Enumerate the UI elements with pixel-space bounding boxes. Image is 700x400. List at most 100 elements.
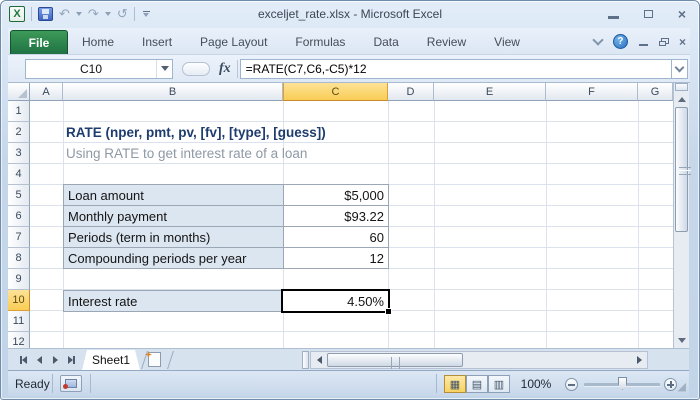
row-header-7[interactable]: 7 [8, 227, 30, 248]
tab-separator [167, 351, 174, 369]
row-header-6[interactable]: 6 [8, 206, 30, 227]
resize-grip[interactable]: ◢ [674, 381, 686, 393]
expand-formula-bar-button[interactable] [671, 58, 688, 79]
row-headers: 1 2 3 4 5 6 7 8 9 10 11 12 [8, 101, 30, 348]
name-box-dropdown[interactable] [156, 59, 172, 78]
cell-b2-heading[interactable]: RATE (nper, pmt, pv, [fv], [type], [gues… [66, 122, 326, 143]
vertical-scroll-thumb[interactable] [675, 107, 691, 232]
restore-icon[interactable] [643, 9, 654, 19]
row-header-5[interactable]: 5 [8, 185, 30, 206]
insert-worksheet-button[interactable] [148, 352, 161, 367]
formula-bar: C10 fx =RATE(C7,C6,-C5)*12 [8, 55, 690, 83]
workbook-minimize-icon[interactable] [638, 38, 648, 46]
vertical-scrollbar[interactable] [673, 83, 691, 348]
selected-cell-c10[interactable]: 4.50% [281, 289, 392, 315]
last-sheet-button[interactable] [64, 353, 78, 367]
row-header-9[interactable]: 9 [8, 269, 30, 290]
save-button[interactable] [38, 7, 53, 21]
formula-bar-handle [182, 61, 210, 76]
next-sheet-button[interactable] [48, 353, 62, 367]
divider [31, 7, 32, 21]
row-header-8[interactable]: 8 [8, 248, 30, 269]
undo-dropdown-icon[interactable] [75, 12, 82, 16]
cell-reference: C10 [79, 61, 102, 76]
fill-handle[interactable] [385, 308, 392, 315]
row-header-11[interactable]: 11 [8, 311, 30, 332]
row-header-2[interactable]: 2 [8, 122, 30, 143]
gridline [638, 101, 639, 348]
tab-formulas[interactable]: Formulas [281, 30, 359, 54]
undo-button[interactable]: ↶ [59, 7, 70, 21]
cell-c10-value: 4.50% [347, 293, 384, 309]
scroll-right-button[interactable] [632, 353, 646, 367]
tab-review[interactable]: Review [413, 30, 480, 54]
formula-input[interactable]: =RATE(C7,C6,-C5)*12 [239, 58, 671, 79]
window-title: exceljet_rate.xlsx - Microsoft Excel [257, 7, 443, 21]
minimize-ribbon-icon[interactable] [592, 34, 604, 46]
close-icon[interactable]: × [678, 7, 686, 21]
column-header-c-selected[interactable]: C [283, 83, 388, 101]
ribbon-right-controls: ? × [592, 34, 686, 49]
macro-record-button[interactable] [60, 375, 82, 392]
column-header-d[interactable]: D [388, 83, 434, 101]
cell-b5-label[interactable]: Loan amount [63, 184, 284, 206]
tab-file[interactable]: File [10, 30, 68, 54]
column-header-a[interactable]: A [30, 83, 63, 101]
status-bar: Ready ▦ ▤ ▥ 100% ◢ [8, 370, 689, 396]
column-header-e[interactable]: E [434, 83, 546, 101]
cell-c8-value[interactable]: 12 [283, 247, 389, 269]
zoom-slider-thumb[interactable] [618, 377, 627, 390]
view-page-break-button[interactable]: ▥ [488, 375, 510, 393]
name-box[interactable]: C10 [25, 58, 173, 79]
tab-page-layout[interactable]: Page Layout [186, 30, 281, 54]
horizontal-split-handle[interactable] [302, 351, 309, 369]
sheet-tab-bar: Sheet1 EXCELJET [8, 348, 689, 370]
minimize-icon[interactable] [607, 9, 619, 19]
column-header-f[interactable]: F [546, 83, 638, 101]
tab-view[interactable]: View [480, 30, 534, 54]
column-header-g[interactable]: G [638, 83, 673, 101]
divider [436, 374, 437, 393]
cell-b3-subheading[interactable]: Using RATE to get interest rate of a loa… [66, 143, 307, 164]
row-header-1[interactable]: 1 [8, 101, 30, 122]
divider [52, 374, 53, 393]
tab-insert[interactable]: Insert [128, 30, 186, 54]
vertical-split-handle[interactable] [675, 83, 688, 91]
first-sheet-button[interactable] [16, 353, 30, 367]
scroll-down-button[interactable] [675, 333, 688, 347]
row-header-12[interactable]: 12 [8, 332, 30, 348]
cell-c7-value[interactable]: 60 [283, 226, 389, 248]
workbook-restore-icon[interactable] [658, 37, 669, 46]
column-header-b[interactable]: B [63, 83, 283, 101]
tab-data[interactable]: Data [359, 30, 412, 54]
tab-home[interactable]: Home [68, 30, 128, 54]
excel-app-icon[interactable]: X [9, 6, 25, 22]
redo-button[interactable]: ↷ [88, 7, 99, 21]
zoom-out-button[interactable] [565, 378, 578, 391]
sheet-tab-sheet1[interactable]: Sheet1 [82, 350, 140, 370]
divider [236, 59, 238, 78]
scroll-left-button[interactable] [312, 353, 326, 367]
cell-b8-label[interactable]: Compounding periods per year [63, 247, 284, 269]
row-header-10-selected[interactable]: 10 [8, 290, 30, 311]
insert-function-button[interactable]: fx [217, 61, 237, 77]
workbook-close-icon[interactable]: × [679, 36, 686, 48]
select-all-corner[interactable] [8, 83, 30, 101]
help-icon[interactable]: ? [612, 34, 628, 49]
horizontal-scrollbar[interactable] [310, 351, 648, 369]
previous-sheet-button[interactable] [32, 353, 46, 367]
view-page-layout-button[interactable]: ▤ [466, 375, 488, 393]
cell-b6-label[interactable]: Monthly payment [63, 205, 284, 227]
cell-c5-value[interactable]: $5,000 [283, 184, 389, 206]
cell-b7-label[interactable]: Periods (term in months) [63, 226, 284, 248]
row-header-3[interactable]: 3 [8, 143, 30, 164]
cell-c6-value[interactable]: $93.22 [283, 205, 389, 227]
window-controls: × [607, 7, 686, 21]
ribbon-tab-bar: File Home Insert Page Layout Formulas Da… [8, 28, 690, 55]
divider [90, 374, 91, 393]
horizontal-scroll-thumb[interactable] [327, 353, 463, 369]
scroll-up-button[interactable] [675, 92, 688, 106]
cell-b10-label[interactable]: Interest rate [63, 290, 284, 312]
row-header-4[interactable]: 4 [8, 164, 30, 185]
view-normal-button[interactable]: ▦ [444, 375, 466, 393]
